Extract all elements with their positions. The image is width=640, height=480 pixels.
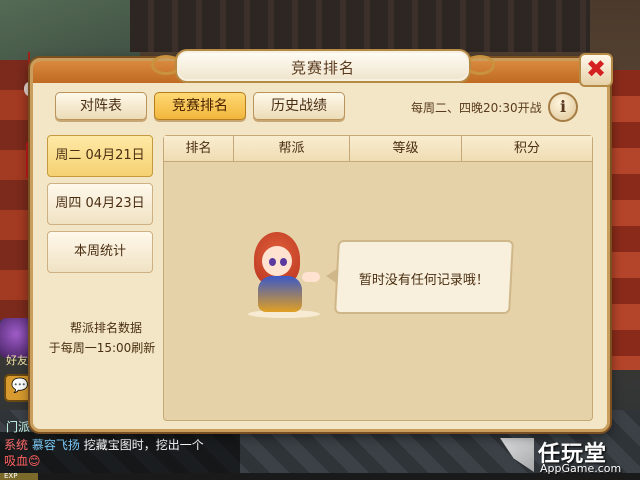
competition-ranking-dialog: 竞赛排名 ✖ 对阵表 竞赛排名 历史战绩 每周二、四晚20:30开战 i 周二 … — [30, 49, 613, 432]
column-points: 积分 — [513, 141, 540, 156]
friend-label: 好友 — [6, 354, 28, 367]
chat-text: 挖藏宝图时，挖出一个 — [83, 438, 204, 452]
empty-state-bubble: 暂时没有任何记录哦！ — [334, 240, 514, 314]
title-plate: 竞赛排名 — [151, 49, 495, 83]
menu-item-thursday[interactable]: 周四 04月23日 — [47, 183, 153, 225]
refresh-note-line1: 帮派排名数据 — [69, 321, 142, 335]
mascot-body — [258, 276, 302, 312]
mascot-eye-right — [280, 258, 287, 266]
chat-tag: 系统 — [4, 438, 29, 452]
info-button[interactable]: i — [548, 92, 578, 122]
schedule-text: 每周二、四晚20:30开战 — [411, 101, 542, 115]
watermark: 任玩堂 AppGame.com — [500, 436, 640, 480]
mascot-face — [262, 246, 292, 276]
background-roof — [130, 0, 590, 52]
watermark-logo-icon — [500, 438, 534, 472]
dialog-title: 竞赛排名 — [290, 59, 355, 77]
swirl-right-icon — [465, 55, 495, 75]
close-button[interactable]: ✖ — [579, 53, 613, 87]
mascot-girl-icon — [242, 232, 332, 320]
background-pillar-right — [606, 70, 640, 370]
chat-channel-label: 门派 — [6, 420, 31, 434]
empty-state-message: 暂时没有任何记录哦！ — [358, 273, 489, 288]
tab-history[interactable]: 历史战绩 — [253, 92, 345, 120]
tab-competition-ranking[interactable]: 竞赛排名 — [154, 92, 246, 120]
table-header: 排名 帮派 等级 积分 — [164, 136, 592, 162]
mascot-arm — [302, 272, 320, 282]
watermark-en: AppGame.com — [540, 462, 622, 475]
refresh-note-line2: 于每周一15:00刷新 — [48, 341, 156, 355]
column-guild: 帮派 — [234, 136, 350, 162]
exp-label: EXP — [4, 472, 18, 480]
menu-item-weekly-stats[interactable]: 本周统计 — [47, 231, 153, 273]
ranking-table: 排名 帮派 等级 积分 暂时没有任何记录哦！ — [163, 135, 593, 421]
chat-message-2: 吸血😊 — [4, 454, 41, 468]
chat-player-name[interactable]: 慕容飞扬 — [32, 438, 80, 452]
mascot-eye-left — [269, 258, 276, 266]
menu-item-tuesday[interactable]: 周二 04月21日 — [47, 135, 153, 177]
chat-message: 系统 慕容飞扬 挖藏宝图时，挖出一个 — [4, 436, 204, 453]
column-rank: 排名 — [164, 136, 234, 162]
tab-matchup[interactable]: 对阵表 — [55, 92, 147, 120]
column-level: 等级 — [350, 136, 462, 162]
